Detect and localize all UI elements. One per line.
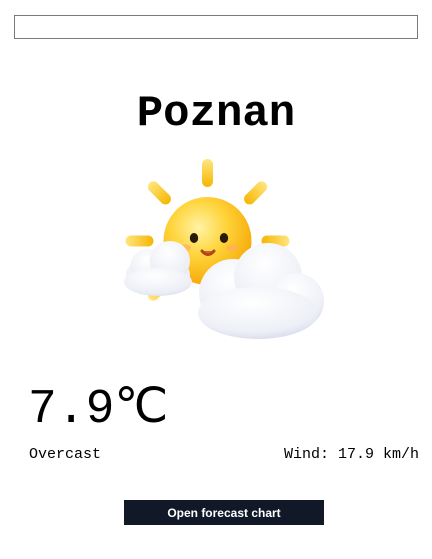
temperature-value: 7.9℃ [28,383,169,437]
city-name: Poznan [136,89,296,139]
open-forecast-chart-button[interactable]: Open forecast chart [124,500,324,525]
search-input[interactable] [14,15,418,39]
sun-behind-clouds-icon [118,155,328,345]
weather-condition: Overcast [29,446,102,463]
weather-app: Poznan 7.9℃ Overcast Wind: 17.9 km/h Ope… [0,0,432,559]
wind-speed: Wind: 17.9 km/h [283,446,419,463]
